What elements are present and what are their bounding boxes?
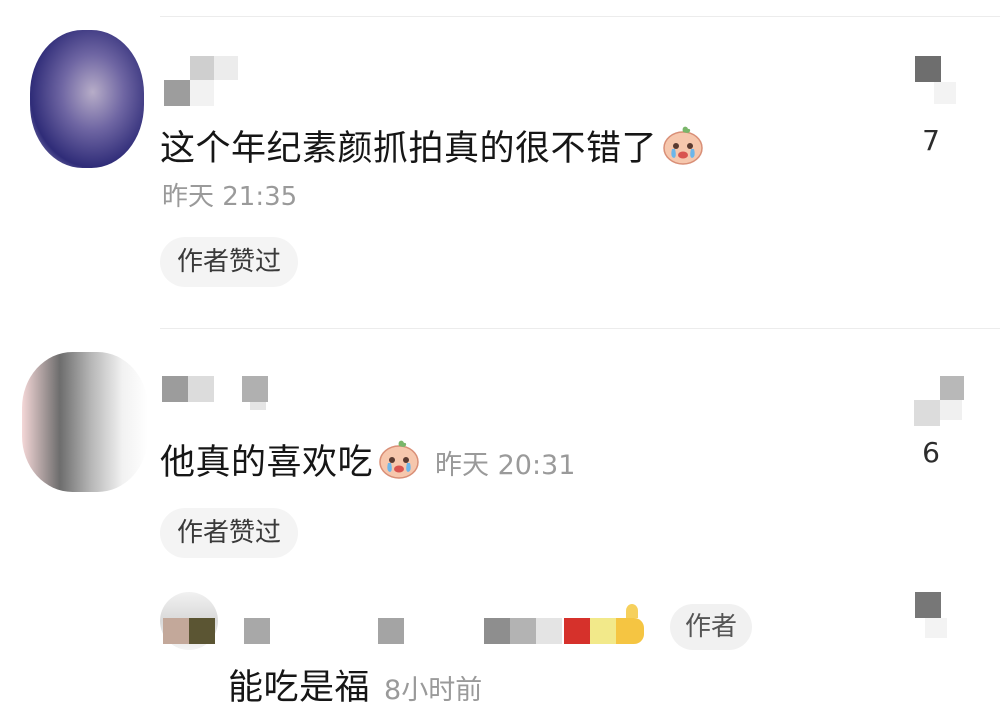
author-liked-badge: 作者赞过	[160, 508, 299, 558]
comment-time: 昨天 20:31	[435, 450, 576, 481]
like-count: 7	[922, 124, 940, 157]
comment-text: 这个年纪素颜抓拍真的很不错了	[160, 122, 705, 177]
like-count: 6	[922, 436, 940, 469]
reply-text: 能吃是福 8小时前	[228, 668, 483, 708]
avatar[interactable]	[22, 352, 148, 492]
comment-text: 他真的喜欢吃 昨天 20:31	[160, 436, 575, 491]
reply-time: 8小时前	[384, 675, 483, 706]
comment-time: 昨天 21:35	[162, 182, 298, 212]
author-liked-badge: 作者赞过	[160, 237, 299, 287]
top-divider	[160, 16, 1000, 17]
crying-face-emoji	[377, 436, 421, 491]
comment-divider	[160, 328, 1000, 329]
author-tag: 作者	[670, 604, 753, 650]
crying-face-emoji	[661, 122, 705, 177]
avatar[interactable]	[30, 30, 144, 168]
